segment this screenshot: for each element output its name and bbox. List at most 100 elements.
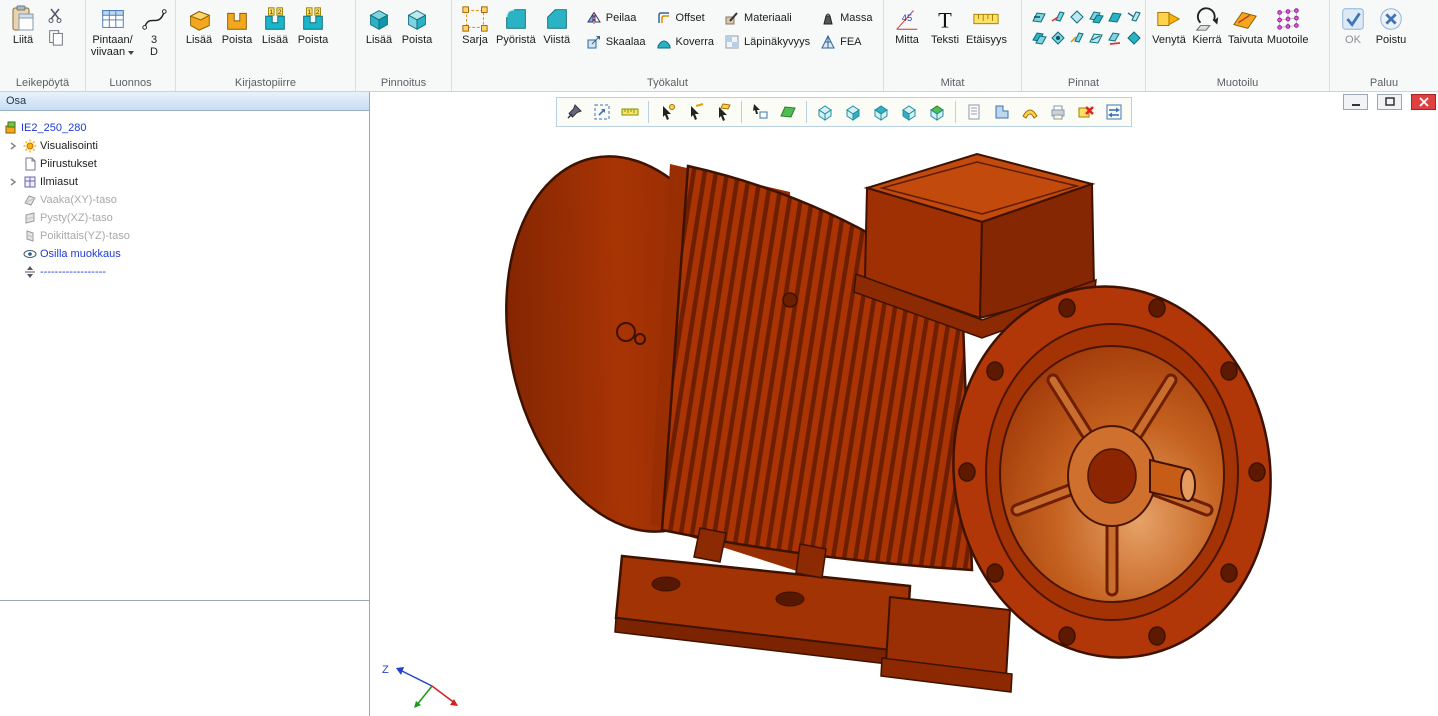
surface-tool-icon-7[interactable] xyxy=(1030,29,1048,47)
distance-label: Etäisyys xyxy=(966,34,1007,46)
tree-item-yz-plane[interactable]: Poikittais(YZ)-taso xyxy=(0,227,369,245)
tree-item-xy-plane[interactable]: Vaaka(XY)-taso xyxy=(0,191,369,209)
paste-button[interactable]: Liitä xyxy=(4,4,42,46)
library-remove2-button[interactable]: 12 Poista xyxy=(294,4,332,46)
dimension-button[interactable]: 45 Mitta xyxy=(888,4,926,46)
cut-icon[interactable] xyxy=(46,6,66,24)
chamfer-button[interactable]: Viistä xyxy=(538,4,576,46)
surface-tool-icon-8[interactable] xyxy=(1049,29,1067,47)
views-grid-icon xyxy=(23,175,37,189)
fea-icon xyxy=(820,34,836,50)
tree-item-visualization[interactable]: Visualisointi xyxy=(0,137,369,155)
maximize-button[interactable] xyxy=(1377,94,1402,110)
tree-item-edit-with-parts[interactable]: Osilla muokkaus xyxy=(0,245,369,263)
group-title-dimensions: Mitat xyxy=(884,77,1021,89)
exit-button[interactable]: Poistu xyxy=(1372,4,1410,46)
coating-remove-button[interactable]: Poista xyxy=(398,4,436,46)
dimension-label: Mitta xyxy=(895,34,919,46)
library-remove-button[interactable]: Poista xyxy=(218,4,256,46)
bend-icon xyxy=(1230,4,1260,34)
tree-item-xz-plane[interactable]: Pysty(XZ)-taso xyxy=(0,209,369,227)
delete-faces-icon[interactable] xyxy=(1073,99,1099,125)
transparency-label: Läpinäkyvyys xyxy=(744,36,810,48)
feature-list-icon[interactable] xyxy=(961,99,987,125)
cube-green-face-icon[interactable] xyxy=(924,99,950,125)
offset-item[interactable]: Offset xyxy=(656,10,715,26)
copy-icon[interactable] xyxy=(46,28,66,46)
surface-tool-icon-1[interactable] xyxy=(1030,8,1048,26)
transparency-item[interactable]: Läpinäkyvyys xyxy=(724,34,810,50)
hollow-item[interactable]: Koverra xyxy=(656,34,715,50)
surface-tool-icon-9[interactable] xyxy=(1068,29,1086,47)
minimize-button[interactable] xyxy=(1343,94,1368,110)
sketch-3d-button[interactable]: 3 D xyxy=(135,4,173,58)
tree-item-configurations[interactable]: Ilmiasut xyxy=(0,173,369,191)
surface-tool-icon-10[interactable] xyxy=(1087,29,1105,47)
surface-tool-icon-5[interactable] xyxy=(1106,8,1124,26)
library-add-button[interactable]: Lisää xyxy=(180,4,218,46)
select-edge-cursor-icon[interactable] xyxy=(682,99,708,125)
surface-tool-icon-2[interactable] xyxy=(1049,8,1067,26)
cube-front-face-icon[interactable] xyxy=(840,99,866,125)
sketch-on-face-button[interactable]: Pintaan/ viivaan xyxy=(90,4,135,58)
offset-icon xyxy=(656,10,672,26)
text-button[interactable]: T Teksti xyxy=(926,4,964,46)
mass-item[interactable]: Massa xyxy=(820,10,872,26)
swap-transfer-icon[interactable] xyxy=(1101,99,1127,125)
rotate-button[interactable]: Kierrä xyxy=(1188,4,1226,46)
toolbar-separator xyxy=(806,101,807,123)
copy-face-icon[interactable] xyxy=(989,99,1015,125)
shell-surface-icon[interactable] xyxy=(1017,99,1043,125)
cube-wireframe-icon[interactable] xyxy=(812,99,838,125)
surface-tool-icon-3[interactable] xyxy=(1068,8,1086,26)
distance-button[interactable]: Etäisyys xyxy=(964,4,1009,46)
cube-top-face-icon[interactable] xyxy=(868,99,894,125)
paste-icon xyxy=(8,4,38,34)
group-title-tools: Työkalut xyxy=(452,77,883,89)
material-item[interactable]: Materiaali xyxy=(724,10,810,26)
close-button[interactable] xyxy=(1411,94,1436,110)
cube-side-face-icon[interactable] xyxy=(896,99,922,125)
sketch-on-face-label-2: viivaan xyxy=(91,46,134,58)
viewport-3d[interactable]: Z xyxy=(370,92,1438,716)
surface-tool-icon-4[interactable] xyxy=(1087,8,1105,26)
fit-view-icon[interactable] xyxy=(589,99,615,125)
surface-tool-icon-11[interactable] xyxy=(1106,29,1124,47)
measure-ruler-icon[interactable] xyxy=(617,99,643,125)
coating-add-button[interactable]: Lisää xyxy=(360,4,398,46)
window-controls xyxy=(1343,94,1436,110)
tree-item-separator[interactable]: ------------------ xyxy=(0,263,369,281)
scale-item[interactable]: Skaalaa xyxy=(586,34,646,50)
group-title-sketch: Luonnos xyxy=(86,77,175,89)
library-add2-button[interactable]: 12 Lisää xyxy=(256,4,294,46)
axis-z-label: Z xyxy=(382,664,389,676)
axis-triad: Z xyxy=(376,644,476,714)
material-icon xyxy=(724,10,740,26)
fea-label: FEA xyxy=(840,36,861,48)
mirror-item[interactable]: Peilaa xyxy=(586,10,646,26)
fillet-button[interactable]: Pyöristä xyxy=(494,4,538,46)
pin-icon[interactable] xyxy=(561,99,587,125)
tree-item-label: Visualisointi xyxy=(40,140,98,152)
fea-item[interactable]: FEA xyxy=(820,34,872,50)
ribbon-group-tools: Sarja Pyöristä Viistä Peilaa xyxy=(452,0,884,91)
print-icon[interactable] xyxy=(1045,99,1071,125)
bend-button[interactable]: Taivuta xyxy=(1226,4,1265,46)
tree-item-label: Piirustukset xyxy=(40,158,97,170)
surface-tool-icon-6[interactable] xyxy=(1125,8,1143,26)
ok-button[interactable]: OK xyxy=(1334,4,1372,46)
deform-button[interactable]: Muotoile xyxy=(1265,4,1311,46)
select-face-cursor-icon[interactable] xyxy=(710,99,736,125)
stretch-button[interactable]: Venytä xyxy=(1150,4,1188,46)
motor-3d-model[interactable] xyxy=(370,92,1438,716)
expander-chevron-icon[interactable] xyxy=(6,175,20,189)
select-point-cursor-icon[interactable] xyxy=(654,99,680,125)
array-button[interactable]: Sarja xyxy=(456,4,494,46)
surface-tool-icon-12[interactable] xyxy=(1125,29,1143,47)
tree-item-drawings[interactable]: Piirustukset xyxy=(0,155,369,173)
expander-chevron-icon[interactable] xyxy=(6,139,20,153)
hollow-icon xyxy=(656,34,672,50)
tree-item-part-root[interactable]: IE2_250_280 xyxy=(0,119,369,137)
green-plane-icon[interactable] xyxy=(775,99,801,125)
pick-element-icon[interactable] xyxy=(747,99,773,125)
